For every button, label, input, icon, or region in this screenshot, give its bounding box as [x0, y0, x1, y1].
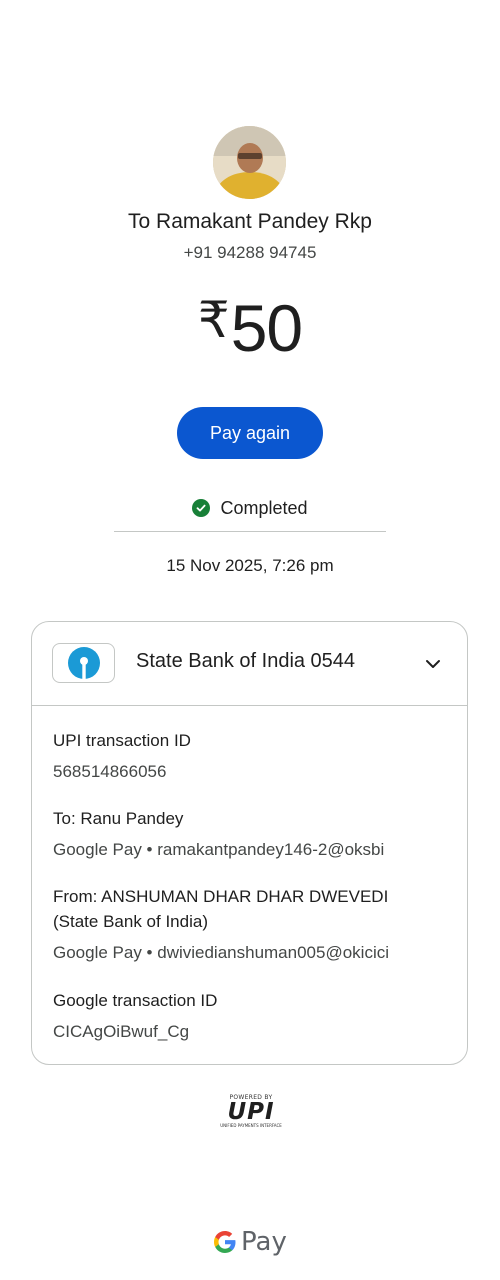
status-row: Completed [0, 496, 500, 520]
google-transaction-id-label: Google transaction ID [53, 991, 218, 1010]
upi-transaction-id-value[interactable]: 568514866056 [53, 759, 166, 785]
sbi-logo-icon [52, 643, 115, 683]
from-upi-id[interactable]: Google Pay • dwiviedianshuman005@okicici [53, 940, 389, 966]
currency-symbol: ₹ [197, 292, 230, 348]
payment-amount: ₹50 [0, 290, 500, 366]
gpay-text: Pay [241, 1227, 287, 1257]
upi-logo-text: UPI [227, 1099, 275, 1125]
amount-value: 50 [230, 291, 303, 365]
status-label: Completed [220, 497, 308, 518]
check-circle-icon [192, 499, 211, 517]
google-transaction-id-value[interactable]: CICAgOiBwuf_Cg [53, 1019, 189, 1045]
upi-transaction-id-label: UPI transaction ID [53, 731, 191, 750]
from-label: From: ANSHUMAN DHAR DHAR DWEVEDI [53, 887, 389, 906]
divider [114, 531, 386, 532]
google-g-icon [214, 1231, 236, 1253]
transaction-details-card: State Bank of India 0544 UPI transaction… [31, 621, 468, 1065]
bank-account-row[interactable]: State Bank of India 0544 [32, 622, 467, 706]
upi-logo: POWERED BY UPI UNIFIED PAYMENTS INTERFAC… [216, 1094, 286, 1130]
chevron-down-icon[interactable] [421, 652, 445, 676]
from-bank: (State Bank of India) [53, 912, 208, 931]
google-pay-logo: Pay [212, 1226, 287, 1258]
transaction-date: 15 Nov 2025, 7:26 pm [166, 556, 334, 575]
to-label: To: Ranu Pandey [53, 809, 184, 828]
bank-name: State Bank of India 0544 [136, 650, 356, 672]
recipient-name: To Ramakant Pandey Rkp [128, 210, 372, 233]
upi-subtext: UNIFIED PAYMENTS INTERFACE [220, 1123, 282, 1128]
pay-again-button[interactable]: Pay again [177, 407, 323, 459]
recipient-avatar [213, 126, 286, 199]
to-upi-id[interactable]: Google Pay • ramakantpandey146-2@oksbi [53, 837, 384, 863]
recipient-phone: +91 94288 94745 [183, 243, 317, 262]
